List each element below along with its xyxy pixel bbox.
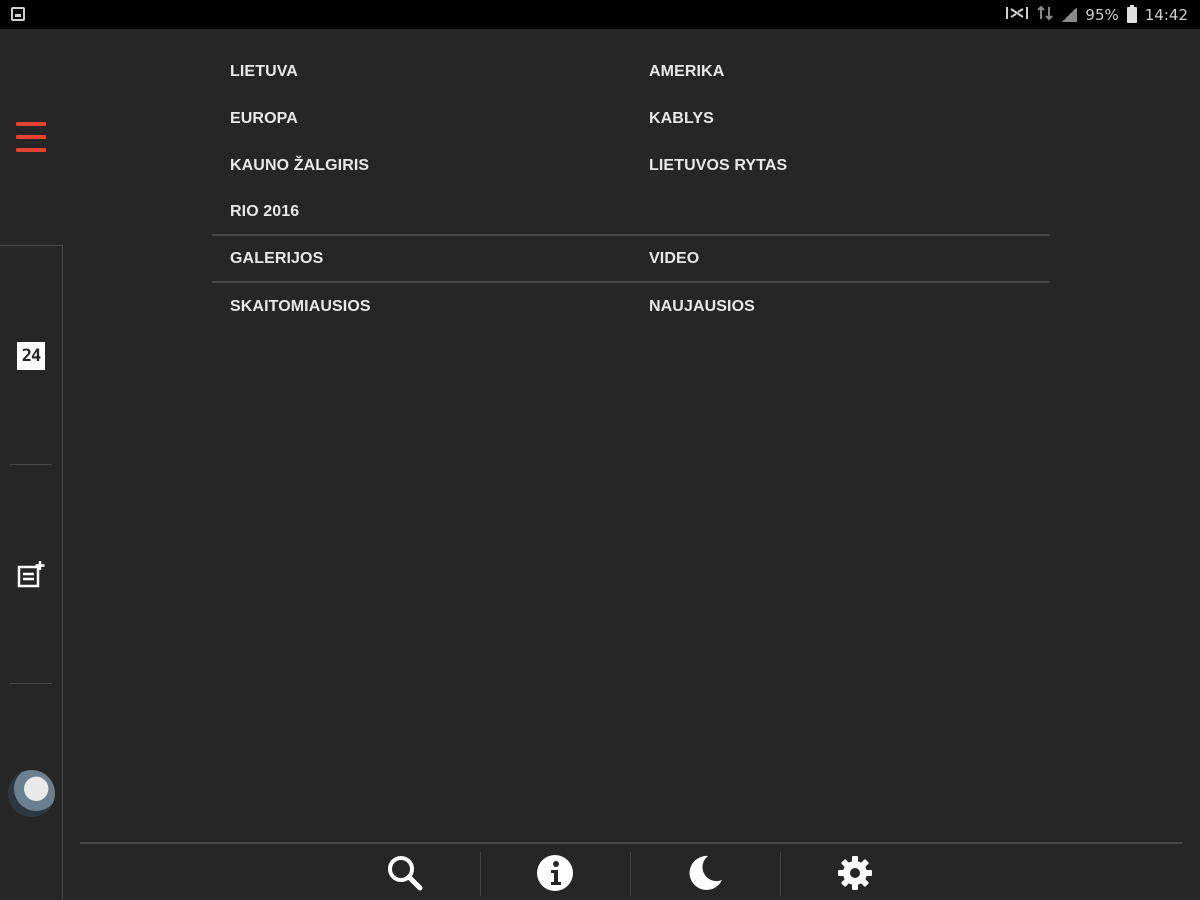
- rail-divider: [10, 683, 52, 684]
- bottom-toolbar: [80, 842, 1182, 900]
- user-avatar[interactable]: [8, 770, 55, 817]
- menu-row: KAUNO ŽALGIRIS LIETUVOS RYTAS: [212, 142, 1050, 189]
- signal-icon: [1061, 8, 1078, 22]
- menu-item-rio-2016[interactable]: RIO 2016: [212, 203, 631, 221]
- status-bar-right: 95% 14:42: [1005, 5, 1188, 25]
- toolbar-divider: [780, 852, 781, 896]
- toolbar-divider: [480, 852, 481, 896]
- menu-item-lietuvos-rytas[interactable]: LIETUVOS RYTAS: [631, 157, 1050, 175]
- clock: 14:42: [1144, 6, 1188, 24]
- rail-divider: [10, 464, 52, 465]
- gallery-notification-icon: [11, 7, 25, 21]
- mute-icon: [1005, 5, 1029, 25]
- news-24-icon[interactable]: 24: [14, 339, 48, 373]
- menu-item-skaitomiausios[interactable]: SKAITOMIAUSIOS: [212, 298, 631, 316]
- menu-row: EUROPA KABLYS: [212, 95, 1050, 142]
- menu-item-amerika[interactable]: AMERIKA: [631, 63, 1050, 81]
- search-icon[interactable]: [380, 850, 430, 896]
- menu-row: SKAITOMIAUSIOS NAUJAUSIOS: [212, 283, 1050, 330]
- hamburger-menu-icon[interactable]: [16, 122, 46, 154]
- menu-item-lietuva[interactable]: LIETUVA: [212, 63, 631, 81]
- rail-panel: 24: [0, 245, 63, 900]
- battery-percent: 95%: [1085, 6, 1119, 24]
- add-article-icon[interactable]: [14, 557, 48, 591]
- toolbar-divider: [630, 852, 631, 896]
- battery-icon: [1126, 5, 1137, 23]
- menu-item-kablys[interactable]: KABLYS: [631, 110, 1050, 128]
- menu-item-europa[interactable]: EUROPA: [212, 110, 631, 128]
- menu-row: LIETUVA AMERIKA: [212, 48, 1050, 95]
- night-mode-icon[interactable]: [680, 850, 730, 896]
- menu-item-video[interactable]: VIDEO: [631, 250, 1050, 268]
- status-bar: 95% 14:42: [0, 0, 1200, 29]
- menu-row: GALERIJOS VIDEO: [212, 236, 1050, 283]
- data-icon: [1037, 5, 1054, 25]
- info-icon[interactable]: [530, 850, 580, 896]
- menu-item-galerijos[interactable]: GALERIJOS: [212, 250, 631, 268]
- left-rail: 24: [0, 29, 63, 900]
- category-menu: LIETUVA AMERIKA EUROPA KABLYS KAUNO ŽALG…: [212, 48, 1050, 330]
- settings-icon[interactable]: [830, 850, 880, 896]
- menu-item-kauno-zalgiris[interactable]: KAUNO ŽALGIRIS: [212, 157, 631, 175]
- menu-row: RIO 2016: [212, 189, 1050, 236]
- menu-item-naujausios[interactable]: NAUJAUSIOS: [631, 298, 1050, 316]
